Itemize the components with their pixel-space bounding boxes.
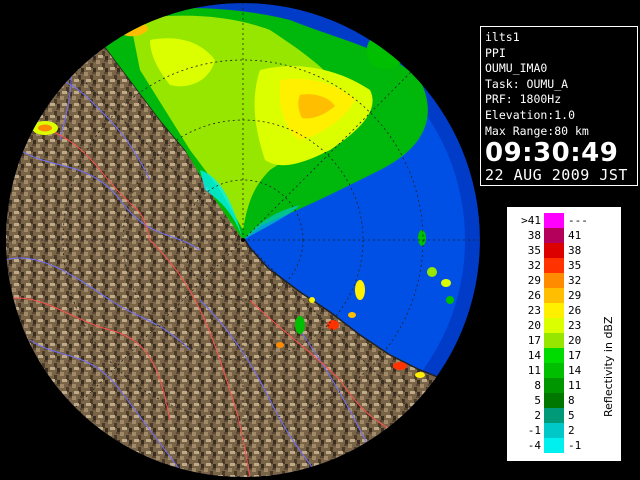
legend-row: 23 26 [515,303,599,318]
legend-lower-bound: 35 [527,244,541,257]
legend-row: -4 -1 [515,438,599,453]
legend-color-swatch [544,378,564,393]
scan-info-panel: ilts1 PPI OUMU_IMA0 Task: OUMU_A PRF: 18… [480,26,638,186]
elevation-value: Elevation:1.0 [485,107,576,122]
legend-upper-bound: 14 [568,364,582,377]
legend-upper-bound: -1 [568,439,582,452]
reflectivity-legend: >41 --- 38 41 35 38 32 35 29 32 26 29 23 26 20 23 17 20 14… [506,206,622,462]
legend-lower-bound: 8 [534,379,541,392]
scan-type: PPI [485,45,506,60]
scan-time: 09:30:49 [485,138,619,169]
legend-color-swatch [544,408,564,423]
legend-row: >41 --- [515,213,599,228]
legend-row: 32 35 [515,258,599,273]
legend-upper-bound: 2 [568,424,575,437]
legend-lower-bound: 17 [527,334,541,347]
legend-color-swatch [544,303,564,318]
legend-upper-bound: 32 [568,274,582,287]
legend-color-swatch [544,333,564,348]
legend-lower-bound: 26 [527,289,541,302]
legend-row: 58 [515,393,599,408]
legend-lower-bound: -1 [527,424,541,437]
legend-lower-bound: 38 [527,229,541,242]
legend-upper-bound: 35 [568,259,582,272]
legend-lower-bound: 32 [527,259,541,272]
max-range-value: Max Range:80 km [485,123,589,138]
legend-lower-bound: 2 [534,409,541,422]
legend-upper-bound: 11 [568,379,582,392]
legend-color-swatch [544,348,564,363]
task-name: Task: OUMU_A [485,76,569,91]
legend-row: 14 17 [515,348,599,363]
legend-unit-label: Reflectivity in dBZ [602,316,615,417]
prf-value: PRF: 1800Hz [485,92,562,107]
legend-color-swatch [544,423,564,438]
legend-color-swatch [544,273,564,288]
legend-color-swatch [544,438,564,453]
legend-upper-bound: 26 [568,304,582,317]
legend-color-swatch [544,363,564,378]
legend-row: 17 20 [515,333,599,348]
legend-upper-bound: 8 [568,394,575,407]
legend-lower-bound: 11 [527,364,541,377]
legend-row: 25 [515,408,599,423]
radar-site-marker [241,238,245,242]
legend-row: 26 29 [515,288,599,303]
legend-upper-bound: 41 [568,229,582,242]
legend-lower-bound: 23 [527,304,541,317]
legend-row: -1 2 [515,423,599,438]
legend-upper-bound: 17 [568,349,582,362]
legend-row: 11 14 [515,363,599,378]
legend-lower-bound: 14 [527,349,541,362]
legend-upper-bound: 20 [568,334,582,347]
legend-lower-bound: -4 [527,439,541,452]
legend-row: 35 38 [515,243,599,258]
legend-color-swatch [544,228,564,243]
legend-upper-bound: 5 [568,409,575,422]
legend-lower-bound: 5 [534,394,541,407]
legend-row: 8 11 [515,378,599,393]
station-name: ilts1 [485,30,520,44]
legend-upper-bound: 29 [568,289,582,302]
legend-lower-bound: >41 [521,214,541,227]
legend-upper-bound: 38 [568,244,582,257]
legend-color-swatch [544,243,564,258]
legend-upper-bound: --- [568,214,588,227]
legend-row: 29 32 [515,273,599,288]
legend-color-swatch [544,258,564,273]
legend-color-swatch [544,318,564,333]
legend-color-swatch [544,288,564,303]
product-name: OUMU_IMA0 [485,61,548,76]
legend-lower-bound: 29 [527,274,541,287]
scan-date: 22 AUG 2009 JST [485,166,628,185]
legend-color-swatch [544,213,564,228]
legend-color-swatch [544,393,564,408]
legend-color-scale: >41 --- 38 41 35 38 32 35 29 32 26 29 23 26 20 23 17 20 14… [515,213,599,455]
legend-lower-bound: 20 [527,319,541,332]
legend-upper-bound: 23 [568,319,582,332]
legend-row: 38 41 [515,228,599,243]
legend-row: 20 23 [515,318,599,333]
